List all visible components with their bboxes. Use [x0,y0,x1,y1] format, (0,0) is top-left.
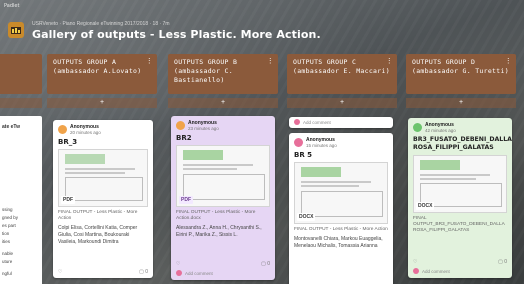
partial-post-card[interactable]: ate eTw ssing gned by es part tion ities… [0,116,42,284]
partial-fragment: tion [2,231,10,236]
comment-icon: ▢ [498,259,503,265]
add-post-button[interactable]: + [168,98,278,108]
padlet-app-icon[interactable] [8,22,24,38]
post-card[interactable]: Anonymous 42 minutes ago BR3_FUSATO_DEBE… [408,118,512,278]
column-header-group-a[interactable]: OUTPUTS GROUP A (ambassador A.Lovato) ⋮ [47,54,157,94]
post-author: Anonymous 42 minutes ago [408,118,512,133]
post-card[interactable]: Anonymous 23 minutes ago BR2 PDF FINAL O… [171,116,275,280]
add-comment-placeholder: Add comment [185,270,213,276]
post-title: BR 5 [294,151,313,159]
avatar-icon [294,138,303,147]
post-time: 20 minutes ago [70,130,101,135]
column-title: OUTPUTS GROUP D (ambassador G. Turetti) [412,58,509,75]
page-title: Gallery of outputs - Less Plastic. More … [32,28,321,41]
post-description: FINAL OUTPUT - Less Plastic - More Actio… [58,210,138,221]
post-footer: ♡ ▢ 0 [58,269,148,275]
add-post-button[interactable]: + [287,98,397,108]
comment-count-value: 0 [145,269,148,275]
column-header-group-d[interactable]: OUTPUTS GROUP D (ambassador G. Turetti) … [406,54,516,94]
header: Padlet USRVeneto · Piano Regionale eTwin… [0,0,524,46]
comment-count-value: 0 [267,261,270,267]
add-comment-field[interactable]: Add comment [289,117,393,127]
post-author: Anonymous 20 minutes ago [53,120,153,135]
heart-icon[interactable]: ♡ [413,259,417,265]
post-card[interactable]: Anonymous 20 minutes ago BR_3 PDF FINAL … [53,120,153,278]
breadcrumb[interactable]: USRVeneto · Piano Regionale eTwinning 20… [32,21,170,27]
post-body: Alessandra Z., Anna H., Chrysanthi S., E… [176,225,262,238]
post-time: 42 minutes ago [425,128,456,133]
add-post-bar-partial[interactable] [0,98,42,108]
document-preview[interactable]: PDF [58,149,148,207]
avatar-icon [413,123,422,132]
document-preview[interactable]: PDF [176,145,270,207]
post-body: Montovanelli Chiara, Markou Euaggelia, M… [294,236,383,249]
heart-icon[interactable]: ♡ [58,269,62,275]
add-post-button[interactable]: + [47,98,157,108]
partial-fragment: uture [2,259,13,264]
add-post-button[interactable]: + [406,98,516,108]
previous-card-bottom[interactable]: Add comment [289,117,393,128]
partial-fragment: es part [2,223,16,228]
file-type-badge: PDF [179,196,193,204]
post-author: Anonymous 15 minutes ago [289,133,393,148]
comment-count-value: 0 [504,259,507,265]
column-header-group-c[interactable]: OUTPUTS GROUP C (ambassador E. Maccari) … [287,54,397,94]
menu-dots-icon[interactable]: ⋮ [267,57,274,66]
add-comment-placeholder: Add comment [422,268,450,274]
document-preview[interactable]: DOCX [294,162,388,224]
file-type-badge: PDF [61,196,75,204]
partial-fragment: nable [2,251,14,256]
app-tag: Padlet [4,3,20,9]
post-time: 23 minutes ago [188,126,219,131]
avatar-icon [176,270,182,276]
post-description: FINAL OUTPUT - Less Plastic - More Actio… [294,227,388,232]
add-comment-field[interactable]: Add comment [408,266,455,276]
post-description: FINAL OUTPUT - Less Plastic - More Actio… [176,210,256,221]
post-footer: ♡ ▢ 0 [176,261,270,267]
post-card[interactable]: Anonymous 15 minutes ago BR 5 DOCX FINAL… [289,133,393,284]
partial-fragment: ssing [2,207,13,212]
column-header-partial [0,54,42,94]
heart-icon[interactable]: ♡ [176,261,180,267]
avatar-icon [413,268,419,274]
add-comment-field[interactable]: Add comment [171,268,218,278]
post-title: BR2 [176,134,192,142]
column-title: OUTPUTS GROUP B (ambassador C. Bastianel… [174,58,238,84]
column-title: OUTPUTS GROUP C (ambassador E. Maccari) [293,58,390,75]
document-preview[interactable]: DOCX [413,155,507,213]
column-header-group-b[interactable]: OUTPUTS GROUP B (ambassador C. Bastianel… [168,54,278,94]
menu-dots-icon[interactable]: ⋮ [146,57,153,66]
post-time: 15 minutes ago [306,143,337,148]
avatar-icon [294,119,300,125]
partial-fragment: ities [2,239,11,244]
menu-dots-icon[interactable]: ⋮ [386,57,393,66]
post-title: BR_3 [58,138,78,146]
add-comment-placeholder: Add comment [303,119,331,125]
post-description: FINAL OUTPUT_BR3_FUSATO_DEBENI_DALLA ROS… [413,216,505,233]
post-footer: ♡ ▢ 0 [413,259,507,265]
file-type-badge: DOCX [297,213,316,221]
comment-icon: ▢ [139,269,144,275]
post-author: Anonymous 23 minutes ago [171,116,275,131]
partial-card-title: ate eTw [2,124,20,130]
file-type-badge: DOCX [416,202,435,210]
partial-fragment: gned by [2,215,19,220]
comment-count[interactable]: ▢ 0 [139,269,148,275]
comment-count[interactable]: ▢ 0 [261,261,270,267]
comment-count[interactable]: ▢ 0 [498,259,507,265]
menu-dots-icon[interactable]: ⋮ [505,57,512,66]
avatar-icon [176,121,185,130]
column-title: OUTPUTS GROUP A (ambassador A.Lovato) [53,58,142,75]
comment-icon: ▢ [261,261,266,267]
post-title: BR3_FUSATO_DEBENI_DALLA ROSA_FILIPPI_GAL… [413,136,512,151]
partial-fragment: ngful [2,271,12,276]
avatar-icon [58,125,67,134]
post-body: Colpi Elisa, Cortellini Katia, Comper Gi… [58,225,138,245]
